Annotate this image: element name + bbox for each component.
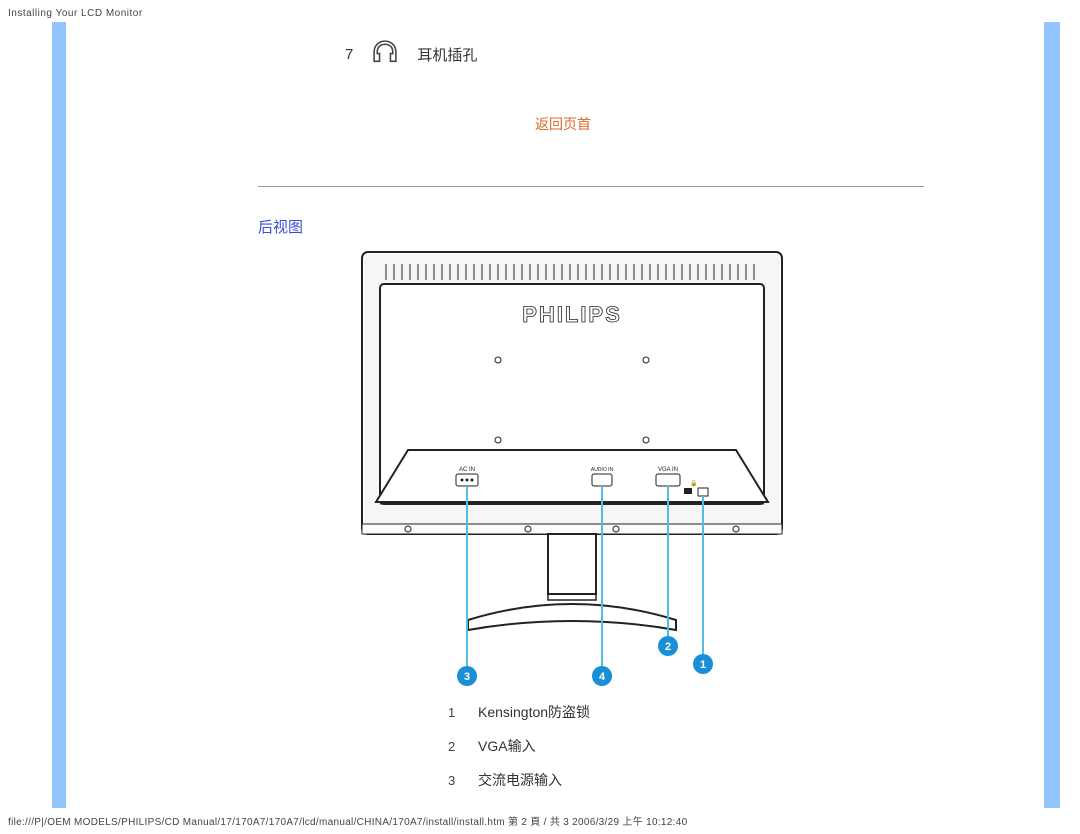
page-header-path: Installing Your LCD Monitor — [8, 8, 143, 19]
svg-text:VGA IN: VGA IN — [658, 467, 678, 473]
rear-view-heading: 后视图 — [258, 216, 303, 237]
svg-text:2: 2 — [665, 641, 671, 653]
list-item: 2 VGA输入 — [448, 736, 590, 756]
left-decorative-bar — [52, 22, 66, 808]
item-7-label: 耳机插孔 — [417, 44, 477, 65]
list-num-2: 2 — [448, 739, 478, 754]
list-item: 3 交流电源输入 — [448, 770, 590, 790]
item-number-7: 7 — [345, 46, 353, 63]
list-label-2: VGA输入 — [478, 736, 536, 756]
page-footer-path: file:///P|/OEM MODELS/PHILIPS/CD Manual/… — [8, 813, 687, 828]
list-num-1: 1 — [448, 705, 478, 720]
rear-monitor-diagram: PHILIPS 🔒 VGA IN AC IN AUDIO IN — [348, 240, 796, 694]
svg-text:1: 1 — [700, 659, 706, 671]
rear-labels-list: 1 Kensington防盗锁 2 VGA输入 3 交流电源输入 — [448, 702, 590, 804]
list-label-1: Kensington防盗锁 — [478, 702, 590, 722]
brand-logo: PHILIPS — [522, 302, 622, 327]
section-divider — [258, 186, 924, 187]
svg-text:AC IN: AC IN — [459, 467, 475, 473]
svg-text:AUDIO IN: AUDIO IN — [591, 467, 614, 473]
back-to-top-link[interactable]: 返回页首 — [535, 114, 591, 134]
main-content: 7 耳机插孔 返回页首 后视图 PHILIPS — [70, 22, 1040, 808]
list-num-3: 3 — [448, 773, 478, 788]
svg-text:🔒: 🔒 — [690, 479, 697, 487]
svg-text:4: 4 — [599, 671, 606, 683]
svg-text:3: 3 — [464, 671, 470, 683]
list-label-3: 交流电源输入 — [478, 770, 562, 790]
list-item: 1 Kensington防盗锁 — [448, 702, 590, 722]
front-item-7: 7 耳机插孔 — [345, 38, 477, 71]
headphone-icon — [371, 38, 399, 71]
right-decorative-bar — [1044, 22, 1060, 808]
